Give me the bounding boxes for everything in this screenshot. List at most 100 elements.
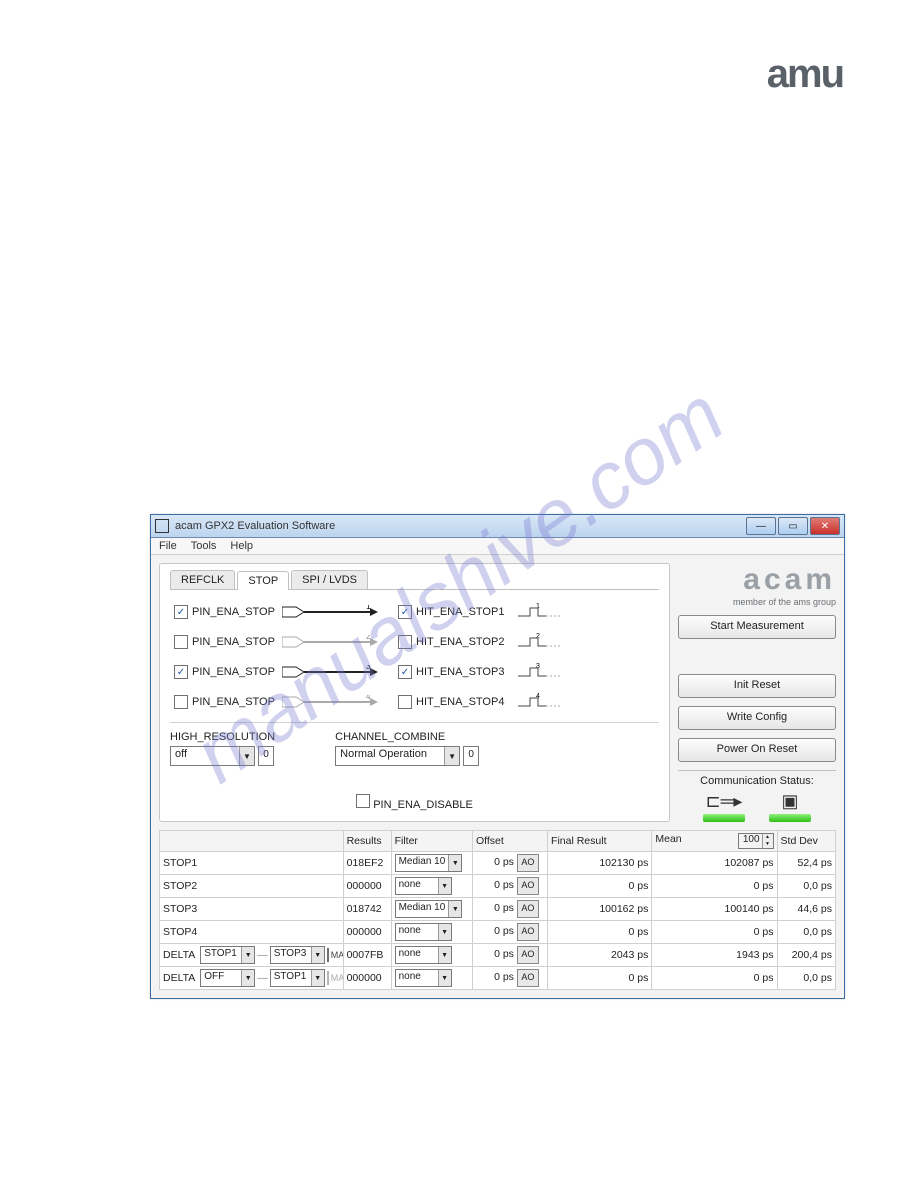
ao-button[interactable]: AO — [517, 946, 539, 964]
client-area: REFCLK STOP SPI / LVDS PIN_ENA_STOP 1 — [151, 555, 844, 998]
hit-ena-stop3-label: HIT_ENA_STOP3 — [416, 666, 512, 678]
ao-button[interactable]: AO — [517, 923, 539, 941]
close-button[interactable]: ✕ — [810, 517, 840, 535]
pin-ena-stop-1-checkbox[interactable] — [174, 605, 188, 619]
pin-ena-stop-3-checkbox[interactable] — [174, 665, 188, 679]
pin-column: PIN_ENA_STOP 1 PIN_ENA_STOP 2 — [174, 602, 378, 712]
delta-select[interactable]: STOP3▼ — [270, 946, 325, 964]
pin-ena-disable-checkbox[interactable] — [356, 794, 370, 808]
hit-ena-stop4-label: HIT_ENA_STOP4 — [416, 696, 512, 708]
filter-select[interactable]: none▼ — [395, 877, 452, 895]
col-mean: Mean 100▲▼ — [652, 831, 777, 852]
window-title: acam GPX2 Evaluation Software — [175, 520, 744, 532]
titlebar: acam GPX2 Evaluation Software — ▭ ✕ — [151, 515, 844, 538]
stop-area: PIN_ENA_STOP 1 PIN_ENA_STOP 2 — [170, 590, 659, 716]
hit-ena-stop3-checkbox[interactable] — [398, 665, 412, 679]
minimize-button[interactable]: — — [746, 517, 776, 535]
maximize-button[interactable]: ▭ — [778, 517, 808, 535]
delta-select[interactable]: STOP1▼ — [200, 946, 255, 964]
svg-text:1: 1 — [366, 605, 371, 611]
hit-ena-stop1-checkbox[interactable] — [398, 605, 412, 619]
hit-column: HIT_ENA_STOP1 1 HIT_ENA_STOP2 2 — [398, 602, 564, 712]
menu-help[interactable]: Help — [230, 540, 253, 552]
hit-ena-stop2-checkbox[interactable] — [398, 635, 412, 649]
mean-count-spinner[interactable]: 100▲▼ — [738, 833, 774, 849]
filter-select[interactable]: Median 10▼ — [395, 900, 463, 918]
math-checkbox[interactable] — [327, 948, 329, 962]
start-measurement-button[interactable]: Start Measurement — [678, 615, 836, 639]
filter-select[interactable]: none▼ — [395, 946, 452, 964]
pin-ena-stop-3-label: PIN_ENA_STOP — [192, 666, 278, 678]
usb-icon: ⊏═▸ — [706, 791, 743, 812]
filter-select[interactable]: none▼ — [395, 969, 452, 987]
arrow-1-icon: 1 — [282, 605, 378, 619]
menu-file[interactable]: File — [159, 540, 177, 552]
col-offset: Offset — [472, 831, 547, 852]
filter-select[interactable]: none▼ — [395, 923, 452, 941]
channel-combine-label: CHANNEL_COMBINE — [335, 731, 479, 743]
table-row: STOP4000000none▼0 psAO0 ps0 ps0,0 ps — [160, 921, 836, 944]
hit-ena-stop4-checkbox[interactable] — [398, 695, 412, 709]
pin-ena-stop-4-checkbox[interactable] — [174, 695, 188, 709]
hit-ena-stop2-label: HIT_ENA_STOP2 — [416, 636, 512, 648]
ao-button[interactable]: AO — [517, 877, 539, 895]
pulse-4-icon: 4 — [516, 692, 564, 712]
channel-combine-num: 0 — [463, 746, 479, 766]
power-on-reset-button[interactable]: Power On Reset — [678, 738, 836, 762]
high-resolution-select[interactable]: off▼ — [170, 746, 255, 766]
page-logo: amu — [767, 52, 843, 97]
svg-text:2: 2 — [366, 635, 371, 641]
tab-refclk[interactable]: REFCLK — [170, 570, 235, 589]
app-icon — [155, 519, 169, 533]
chip-led — [769, 814, 811, 822]
app-window: acam GPX2 Evaluation Software — ▭ ✕ File… — [150, 514, 845, 999]
high-resolution-label: HIGH_RESOLUTION — [170, 731, 275, 743]
table-row-delta: DELTA STOP1▼ — STOP3▼ MATH0007FBnone▼0 p… — [160, 944, 836, 967]
tab-stop[interactable]: STOP — [237, 571, 289, 590]
usb-led — [703, 814, 745, 822]
ao-button[interactable]: AO — [517, 854, 539, 872]
pulse-2-icon: 2 — [516, 632, 564, 652]
table-row: STOP1018EF2Median 10▼0 psAO102130 ps1020… — [160, 852, 836, 875]
write-config-button[interactable]: Write Config — [678, 706, 836, 730]
filter-select[interactable]: Median 10▼ — [395, 854, 463, 872]
menubar: File Tools Help — [151, 538, 844, 555]
pin-ena-stop-2-label: PIN_ENA_STOP — [192, 636, 278, 648]
col-label — [160, 831, 344, 852]
col-stddev: Std Dev — [777, 831, 835, 852]
comm-status-label: Communication Status: — [678, 775, 836, 787]
comm-status: Communication Status: ⊏═▸ ▣ — [678, 770, 836, 822]
arrow-3-icon: 3 — [282, 665, 378, 679]
pin-ena-stop-1-label: PIN_ENA_STOP — [192, 606, 278, 618]
config-row: HIGH_RESOLUTION off▼ 0 CHANNEL_COMBINE — [170, 731, 659, 766]
pulse-3-icon: 3 — [516, 662, 564, 682]
chip-icon: ▣ — [781, 791, 798, 812]
ao-button[interactable]: AO — [517, 969, 539, 987]
tab-spi-lvds[interactable]: SPI / LVDS — [291, 570, 368, 589]
init-reset-button[interactable]: Init Reset — [678, 674, 836, 698]
pin-ena-stop-4-label: PIN_ENA_STOP — [192, 696, 278, 708]
tab-strip: REFCLK STOP SPI / LVDS — [170, 570, 659, 590]
svg-text:3: 3 — [366, 665, 371, 671]
high-resolution-num: 0 — [258, 746, 274, 766]
main-panel: REFCLK STOP SPI / LVDS PIN_ENA_STOP 1 — [159, 563, 670, 822]
col-filter: Filter — [391, 831, 472, 852]
results-table: Results Filter Offset Final Result Mean … — [159, 830, 836, 990]
channel-combine-select[interactable]: Normal Operation▼ — [335, 746, 460, 766]
delta-select[interactable]: STOP1▼ — [270, 969, 325, 987]
arrow-4-icon: 4 — [282, 695, 378, 709]
table-row: STOP2000000none▼0 psAO0 ps0 ps0,0 ps — [160, 875, 836, 898]
separator — [170, 722, 659, 723]
table-row-delta: DELTA OFF▼ — STOP1▼ MATH000000none▼0 psA… — [160, 967, 836, 990]
ao-button[interactable]: AO — [517, 900, 539, 918]
pin-ena-stop-2-checkbox[interactable] — [174, 635, 188, 649]
menu-tools[interactable]: Tools — [191, 540, 217, 552]
delta-select[interactable]: OFF▼ — [200, 969, 255, 987]
svg-text:4: 4 — [366, 695, 371, 701]
col-results: Results — [343, 831, 391, 852]
table-row: STOP3018742Median 10▼0 psAO100162 ps1001… — [160, 898, 836, 921]
acam-logo: acam member of the ams group — [678, 563, 836, 607]
math-checkbox[interactable] — [327, 971, 329, 985]
sidebar: acam member of the ams group Start Measu… — [678, 563, 836, 822]
pulse-1-icon: 1 — [516, 602, 564, 622]
